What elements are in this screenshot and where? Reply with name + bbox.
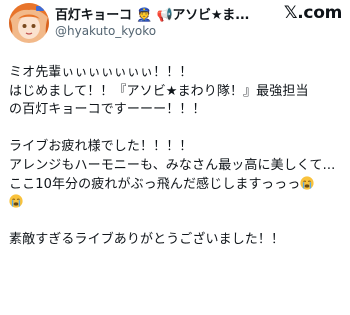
post-line: ライブお疲れ様でした！！！！ (9, 139, 193, 155)
post-line-with-emoji: ここ10年分の疲れがぶっ飛んだ感じしますっっっ (9, 175, 345, 195)
brand-logo[interactable]: 𝕏.com (284, 3, 342, 23)
post-text: ミオ先輩ぃぃぃぃぃぃぃ！！！ はじめまして！！『アソビ★まわり隊！』最強担当 の… (9, 64, 345, 250)
author-handle[interactable]: @hyakuto_kyoko (55, 24, 156, 38)
author-display-name[interactable]: 百灯キョーコ 👮 📢アソビ★ま... (55, 4, 249, 23)
avatar-icon (9, 3, 49, 43)
post-line-gap (9, 120, 345, 139)
post-card: 百灯キョーコ 👮 📢アソビ★ま... @hyakuto_kyoko 𝕏.com … (0, 0, 350, 315)
post-line: はじめまして！！『アソビ★まわり隊！』最強担当 (9, 83, 309, 99)
post-line-gap (9, 213, 345, 232)
post-line-emoji-only (9, 194, 345, 213)
post-line: アレンジもハーモニーも、みなさん最ッ高に美しくて... (9, 157, 336, 173)
post-line: 素敵すぎるライブありがとうございました！！ (9, 232, 285, 248)
brand-label: 𝕏.com (283, 3, 342, 23)
avatar[interactable] (9, 3, 49, 43)
post-line-text: ここ10年分の疲れがぶっ飛んだ感じしますっっっ (9, 176, 301, 192)
post-line: の百灯キョーコですーーー！！！ (9, 102, 206, 118)
crying-face-icon (300, 175, 314, 190)
crying-face-icon (9, 194, 23, 208)
post-line: ミオ先輩ぃぃぃぃぃぃぃ！！！ (9, 65, 193, 80)
post-header: 百灯キョーコ 👮 📢アソビ★ま... @hyakuto_kyoko 𝕏.com (0, 0, 350, 48)
